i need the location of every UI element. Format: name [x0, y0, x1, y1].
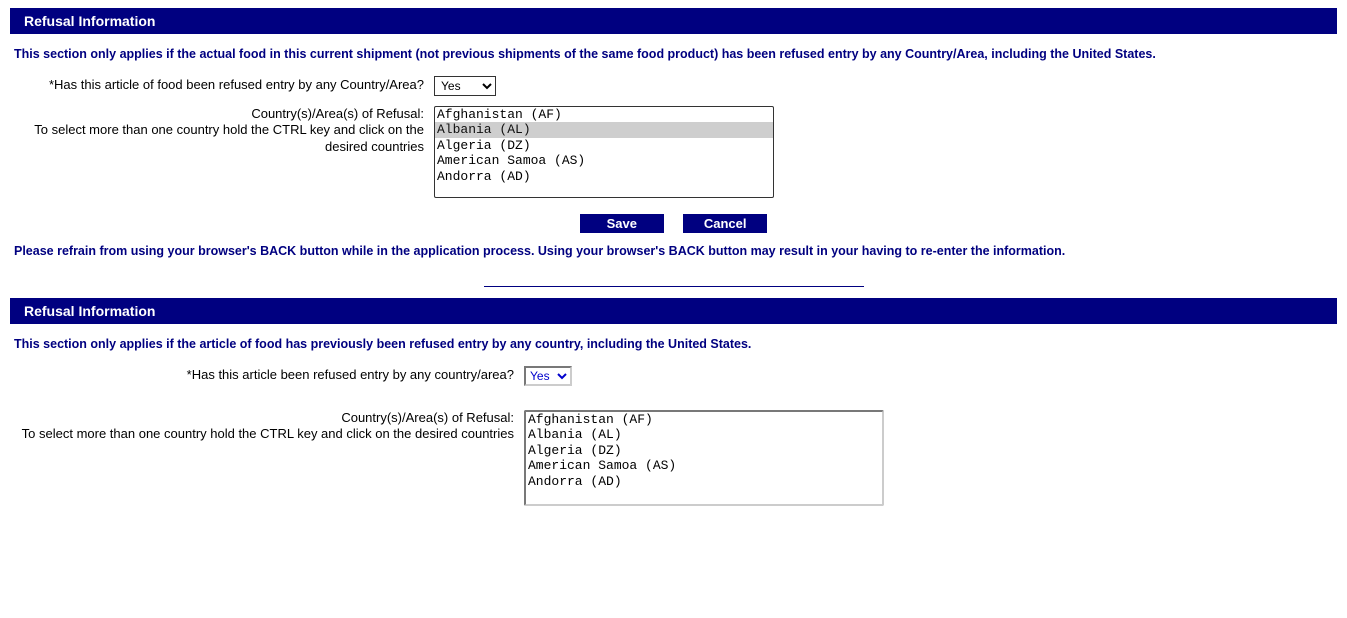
- country-option[interactable]: Andorra (AD): [435, 169, 773, 185]
- countries-listbox-1[interactable]: Afghanistan (AF)Albania (AL)Algeria (DZ)…: [434, 106, 774, 198]
- section1-intro: This section only applies if the actual …: [14, 46, 1333, 64]
- country-option[interactable]: Algeria (DZ): [435, 138, 773, 154]
- countries-listbox-2[interactable]: Afghanistan (AF)Albania (AL)Algeria (DZ)…: [524, 410, 884, 506]
- save-button[interactable]: Save: [580, 214, 664, 233]
- section1-q2-row: Country(s)/Area(s) of Refusal: To select…: [14, 106, 1333, 198]
- country-option[interactable]: Algeria (DZ): [526, 443, 882, 459]
- section1-header: Refusal Information: [10, 8, 1337, 34]
- divider-line: [484, 286, 864, 287]
- section2-q1-label: *Has this article been refused entry by …: [14, 367, 524, 384]
- section2-q2-label: Country(s)/Area(s) of Refusal: To select…: [14, 410, 524, 444]
- section2-q2-row: Country(s)/Area(s) of Refusal: To select…: [14, 410, 1333, 506]
- country-option[interactable]: Afghanistan (AF): [526, 412, 882, 428]
- refused-entry-select-2[interactable]: Yes: [524, 366, 572, 386]
- button-row: Save Cancel: [10, 214, 1337, 233]
- section1-note: Please refrain from using your browser's…: [14, 243, 1333, 261]
- divider-wrap: [10, 276, 1337, 290]
- section1-q1-label: *Has this article of food been refused e…: [14, 77, 434, 94]
- section2-q1-row: *Has this article been refused entry by …: [14, 366, 1333, 386]
- cancel-button[interactable]: Cancel: [683, 214, 767, 233]
- country-option[interactable]: Albania (AL): [435, 122, 773, 138]
- country-option[interactable]: Andorra (AD): [526, 474, 882, 490]
- country-option[interactable]: American Samoa (AS): [526, 458, 882, 474]
- refused-entry-select-1[interactable]: Yes: [434, 76, 496, 96]
- country-option[interactable]: Afghanistan (AF): [435, 107, 773, 123]
- country-option[interactable]: Albania (AL): [526, 427, 882, 443]
- section1-q1-row: *Has this article of food been refused e…: [14, 76, 1333, 96]
- section1-q2-label: Country(s)/Area(s) of Refusal: To select…: [14, 106, 434, 157]
- section2-intro: This section only applies if the article…: [14, 336, 1333, 354]
- country-option[interactable]: American Samoa (AS): [435, 153, 773, 169]
- section2-header: Refusal Information: [10, 298, 1337, 324]
